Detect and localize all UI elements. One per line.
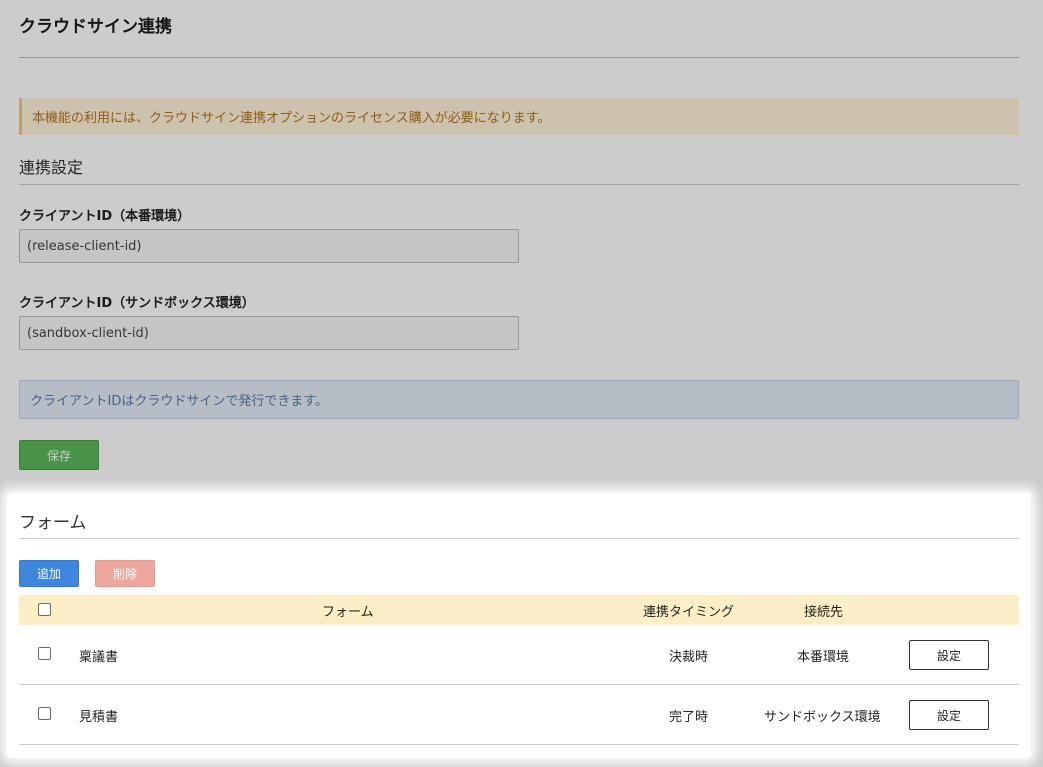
column-header-target: 接続先 [804, 604, 844, 620]
column-header-form: フォーム [322, 604, 374, 620]
row-checkbox[interactable] [38, 707, 51, 720]
release-client-id-label: クライアントID（本番環境） [19, 209, 191, 224]
delete-form-button[interactable]: 削除 [95, 560, 155, 587]
page-title: クラウドサイン連携 [19, 17, 172, 37]
license-warning-text: 本機能の利用には、クラウドサイン連携オプションのライセンス購入が必要になります。 [32, 111, 551, 126]
row-settings-button[interactable]: 設定 [909, 700, 989, 730]
client-id-info-text: クライアントIDはクラウドサインで発行できます。 [30, 394, 329, 409]
license-warning: 本機能の利用には、クラウドサイン連携オプションのライセンス購入が必要になります。 [19, 98, 1019, 135]
add-form-button[interactable]: 追加 [19, 560, 79, 587]
forms-heading: フォーム [19, 513, 87, 533]
row-settings-button[interactable]: 設定 [909, 640, 989, 670]
settings-divider [19, 184, 1019, 185]
row-checkbox[interactable] [38, 647, 51, 660]
settings-heading: 連携設定 [19, 158, 84, 177]
title-divider [19, 57, 1019, 58]
forms-divider [19, 538, 1019, 539]
table-row: 見積書 完了時 サンドボックス環境 設定 [19, 685, 1019, 745]
row-target: サンドボックス環境 [764, 709, 881, 725]
row-form-name: 見積書 [79, 709, 119, 725]
table-header: フォーム 連携タイミング 接続先 [19, 595, 1019, 625]
sandbox-client-id-input[interactable] [19, 316, 519, 350]
column-header-timing: 連携タイミング [643, 604, 735, 620]
row-timing: 決裁時 [669, 649, 709, 665]
row-timing: 完了時 [669, 709, 709, 725]
select-all-checkbox[interactable] [38, 603, 51, 616]
row-form-name: 稟議書 [79, 649, 119, 665]
client-id-info: クライアントIDはクラウドサインで発行できます。 [19, 380, 1019, 419]
release-client-id-input[interactable] [19, 229, 519, 263]
row-target: 本番環境 [797, 649, 850, 665]
save-button[interactable]: 保存 [19, 440, 99, 470]
table-row: 稟議書 決裁時 本番環境 設定 [19, 625, 1019, 685]
sandbox-client-id-label: クライアントID（サンドボックス環境） [19, 296, 255, 311]
